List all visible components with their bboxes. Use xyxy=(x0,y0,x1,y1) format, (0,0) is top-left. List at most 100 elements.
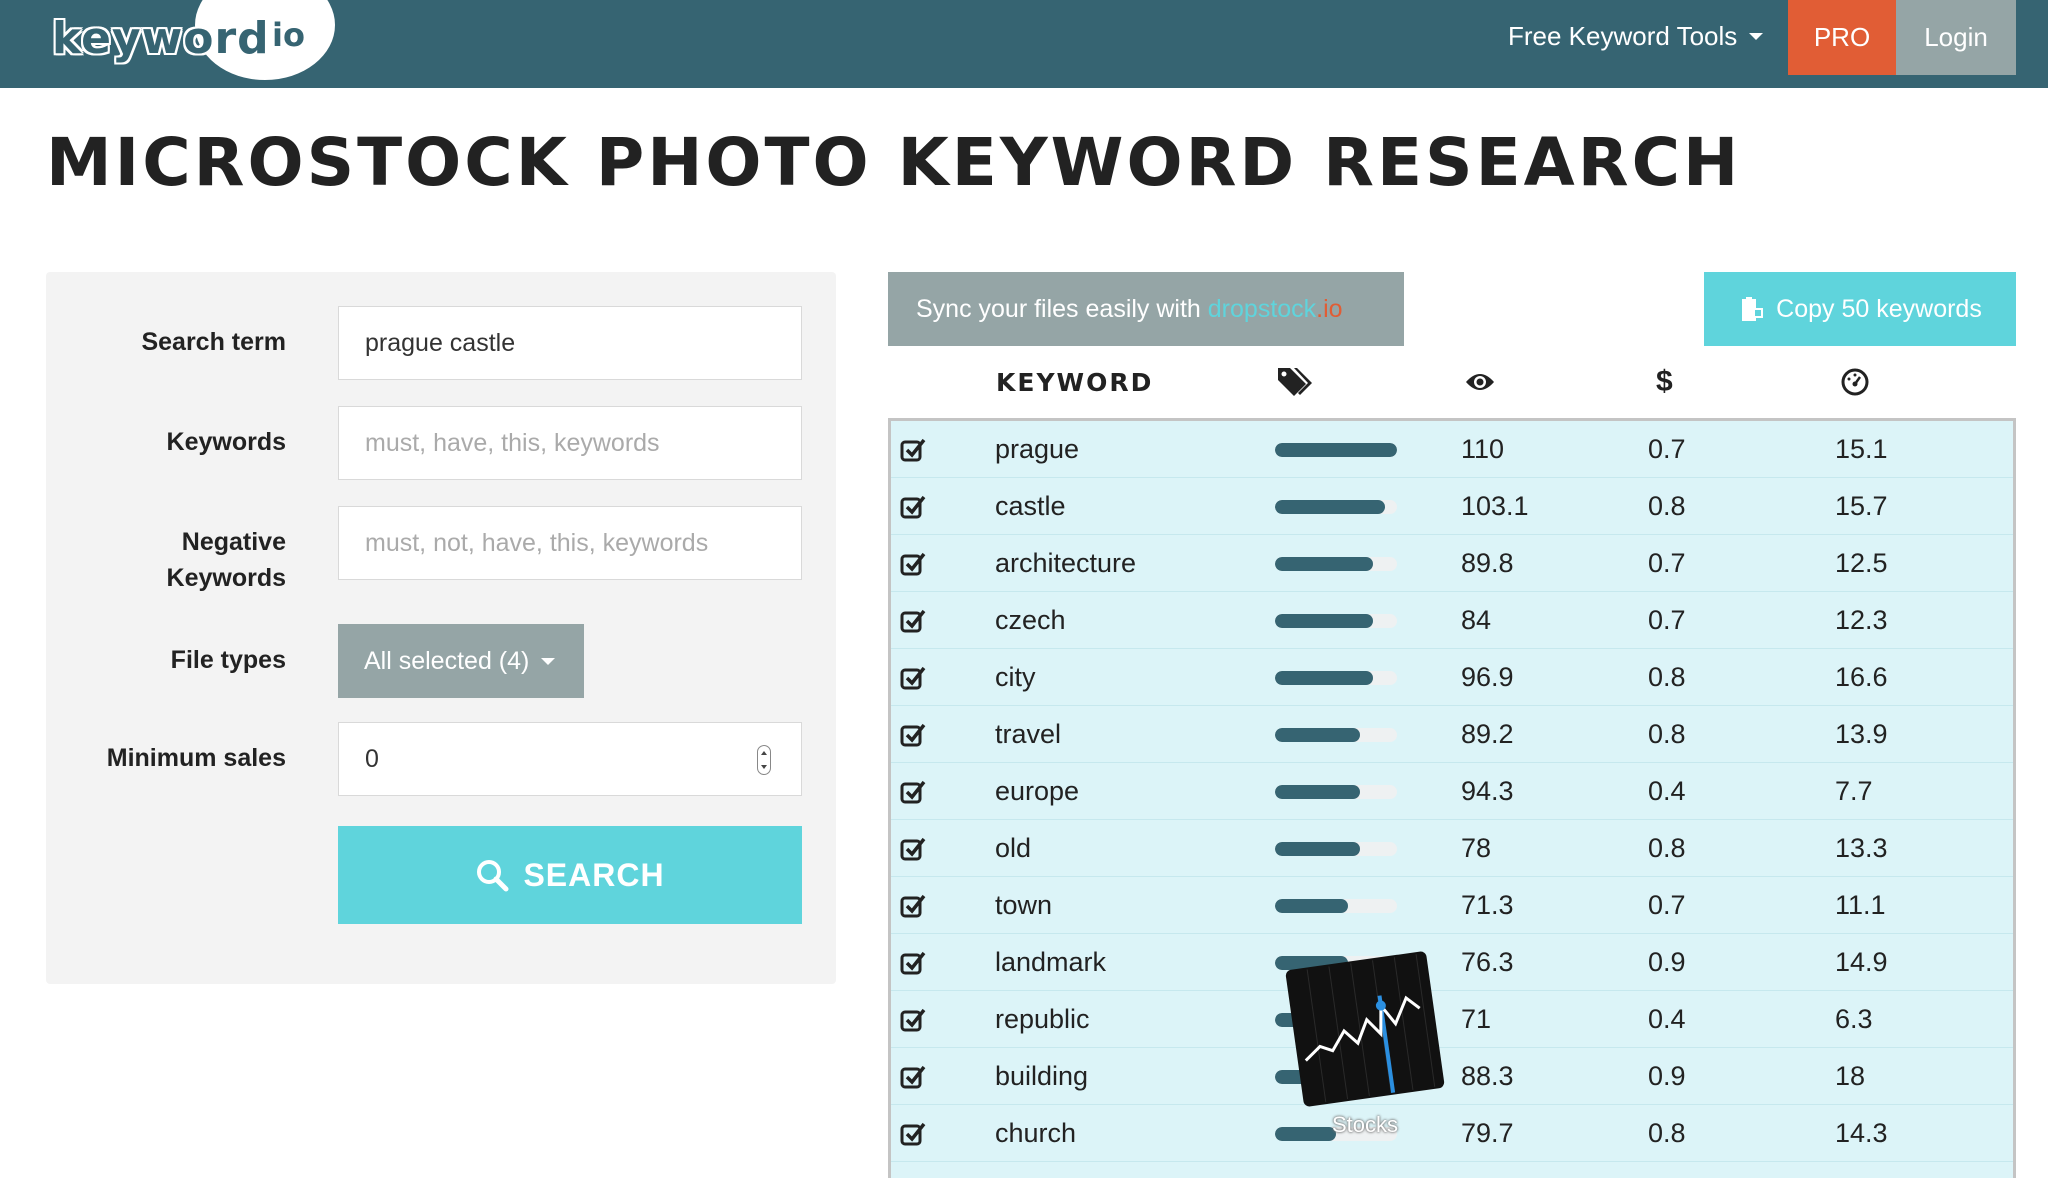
checked-checkbox-icon xyxy=(900,1122,926,1145)
file-types-value: All selected (4) xyxy=(364,646,530,675)
relevance-bar-fill xyxy=(1275,442,1397,457)
views-cell: 88.3 xyxy=(1461,1061,1514,1091)
table-row[interactable]: prague 110 0.7 15.1 xyxy=(891,421,2013,478)
relevance-bar xyxy=(1275,877,1397,934)
row-checkbox[interactable] xyxy=(899,820,927,877)
site-logo[interactable]: keyword xyxy=(52,0,270,80)
relevance-bar xyxy=(1275,421,1397,478)
negative-keywords-input[interactable]: must, not, have, this, keywords xyxy=(338,506,802,580)
stocks-chart-icon xyxy=(1285,951,1445,1107)
table-row[interactable]: city 96.9 0.8 16.6 xyxy=(891,649,2013,706)
row-checkbox[interactable] xyxy=(899,478,927,535)
search-term-input[interactable]: prague castle xyxy=(338,306,802,380)
table-row[interactable]: republic 71 0.4 6.3 xyxy=(891,991,2013,1048)
keyword-column-header[interactable]: KEYWORD xyxy=(996,362,1153,402)
minimum-sales-label: Minimum sales xyxy=(106,744,286,772)
table-row[interactable]: europe 94.3 0.4 7.7 xyxy=(891,763,2013,820)
keyword-cell[interactable]: town xyxy=(995,877,1052,934)
competition-cell: 14.9 xyxy=(1835,947,1888,977)
views-column-header[interactable] xyxy=(1464,362,1496,402)
keyword-cell[interactable]: city xyxy=(995,649,1036,706)
table-row[interactable]: travel 89.2 0.8 13.9 xyxy=(891,706,2013,763)
views-cell: 94.3 xyxy=(1461,776,1514,806)
views-cell: 84 xyxy=(1461,605,1492,635)
keywords-input[interactable]: must, have, this, keywords xyxy=(338,406,802,480)
row-checkbox[interactable] xyxy=(899,934,927,991)
free-keyword-tools-menu[interactable]: Free Keyword Tools xyxy=(1508,0,1764,72)
keyword-cell[interactable]: building xyxy=(995,1048,1088,1105)
minimum-sales-input[interactable]: 0 xyxy=(338,722,802,796)
minimum-sales-value: 0 xyxy=(365,744,379,773)
keyword-cell[interactable]: church xyxy=(995,1105,1076,1162)
checked-checkbox-icon xyxy=(900,495,926,518)
table-row[interactable]: landmark 76.3 0.9 14.9 xyxy=(891,934,2013,991)
checked-checkbox-icon xyxy=(900,723,926,746)
pro-button[interactable]: PRO xyxy=(1788,0,1896,75)
row-checkbox[interactable] xyxy=(899,991,927,1048)
file-types-dropdown[interactable]: All selected (4) xyxy=(338,624,584,698)
relevance-bar-track xyxy=(1275,784,1397,799)
keyword-cell[interactable]: castle xyxy=(995,478,1066,535)
table-row[interactable]: old 78 0.8 13.3 xyxy=(891,820,2013,877)
price-cell: 0.9 xyxy=(1648,1061,1686,1091)
price-cell: 0.8 xyxy=(1648,833,1686,863)
keyword-cell[interactable]: europe xyxy=(995,763,1079,820)
views-cell: 71.3 xyxy=(1461,890,1514,920)
search-button[interactable]: SEARCH xyxy=(338,826,802,924)
logo-io: io xyxy=(272,16,305,54)
row-checkbox[interactable] xyxy=(899,1048,927,1105)
row-checkbox[interactable] xyxy=(899,535,927,592)
keyword-cell[interactable]: old xyxy=(995,820,1031,877)
keyword-cell[interactable]: architecture xyxy=(995,535,1136,592)
sync-text: Sync your files easily with xyxy=(916,294,1201,323)
gauge-icon xyxy=(1841,368,1869,396)
clipboard-icon xyxy=(1742,297,1764,321)
search-term-label: Search term xyxy=(141,328,286,356)
table-row[interactable]: castle 103.1 0.8 15.7 xyxy=(891,478,2013,535)
dropstock-link[interactable]: dropstock xyxy=(1208,295,1316,324)
search-icon xyxy=(477,860,509,892)
row-checkbox[interactable] xyxy=(899,649,927,706)
table-row[interactable]: czech 84 0.7 12.3 xyxy=(891,592,2013,649)
row-checkbox[interactable] xyxy=(899,421,927,478)
competition-cell: 15.1 xyxy=(1835,434,1888,464)
row-checkbox[interactable] xyxy=(899,592,927,649)
tags-icon xyxy=(1278,368,1312,396)
search-form-panel: Search term prague castle Keywords must,… xyxy=(46,272,836,984)
row-checkbox[interactable] xyxy=(899,763,927,820)
keyword-cell[interactable]: travel xyxy=(995,706,1061,763)
relevance-bar-track xyxy=(1275,499,1397,514)
row-checkbox[interactable] xyxy=(899,877,927,934)
keyword-cell[interactable]: republic xyxy=(995,991,1090,1048)
competition-column-header[interactable] xyxy=(1840,362,1870,402)
price-cell: 0.8 xyxy=(1648,662,1686,692)
stocks-app-icon[interactable] xyxy=(1283,949,1447,1110)
keyword-cell[interactable]: prague xyxy=(995,421,1079,478)
copy-keywords-button[interactable]: Copy 50 keywords xyxy=(1704,272,2016,346)
tags-column-header[interactable] xyxy=(1276,362,1314,402)
relevance-bar-fill xyxy=(1275,1126,1336,1141)
competition-cell: 18 xyxy=(1835,1061,1866,1091)
row-checkbox[interactable] xyxy=(899,1105,927,1162)
login-button[interactable]: Login xyxy=(1896,0,2016,75)
row-checkbox[interactable] xyxy=(899,706,927,763)
keyword-cell[interactable]: czech xyxy=(995,592,1066,649)
competition-cell: 7.7 xyxy=(1835,776,1873,806)
table-row[interactable]: town 71.3 0.7 11.1 xyxy=(891,877,2013,934)
table-row[interactable]: church 79.7 0.8 14.3 xyxy=(891,1105,2013,1162)
table-row[interactable]: building 88.3 0.9 18 xyxy=(891,1048,2013,1105)
search-button-label: SEARCH xyxy=(523,856,665,893)
dropstock-sync-banner[interactable]: Sync your files easily with dropstock .io xyxy=(888,272,1404,346)
views-cell: 78 xyxy=(1461,833,1492,863)
table-row[interactable]: architecture 89.8 0.7 12.5 xyxy=(891,535,2013,592)
keyword-cell[interactable]: landmark xyxy=(995,934,1106,991)
price-column-header[interactable]: $ xyxy=(1656,362,1673,402)
competition-cell: 6.3 xyxy=(1835,1004,1873,1034)
number-stepper-icon[interactable] xyxy=(757,745,771,775)
price-cell: 0.7 xyxy=(1648,434,1686,464)
checked-checkbox-icon xyxy=(900,837,926,860)
competition-cell: 13.9 xyxy=(1835,719,1888,749)
views-cell: 89.8 xyxy=(1461,548,1514,578)
relevance-bar-track xyxy=(1275,442,1397,457)
price-cell: 0.7 xyxy=(1648,890,1686,920)
